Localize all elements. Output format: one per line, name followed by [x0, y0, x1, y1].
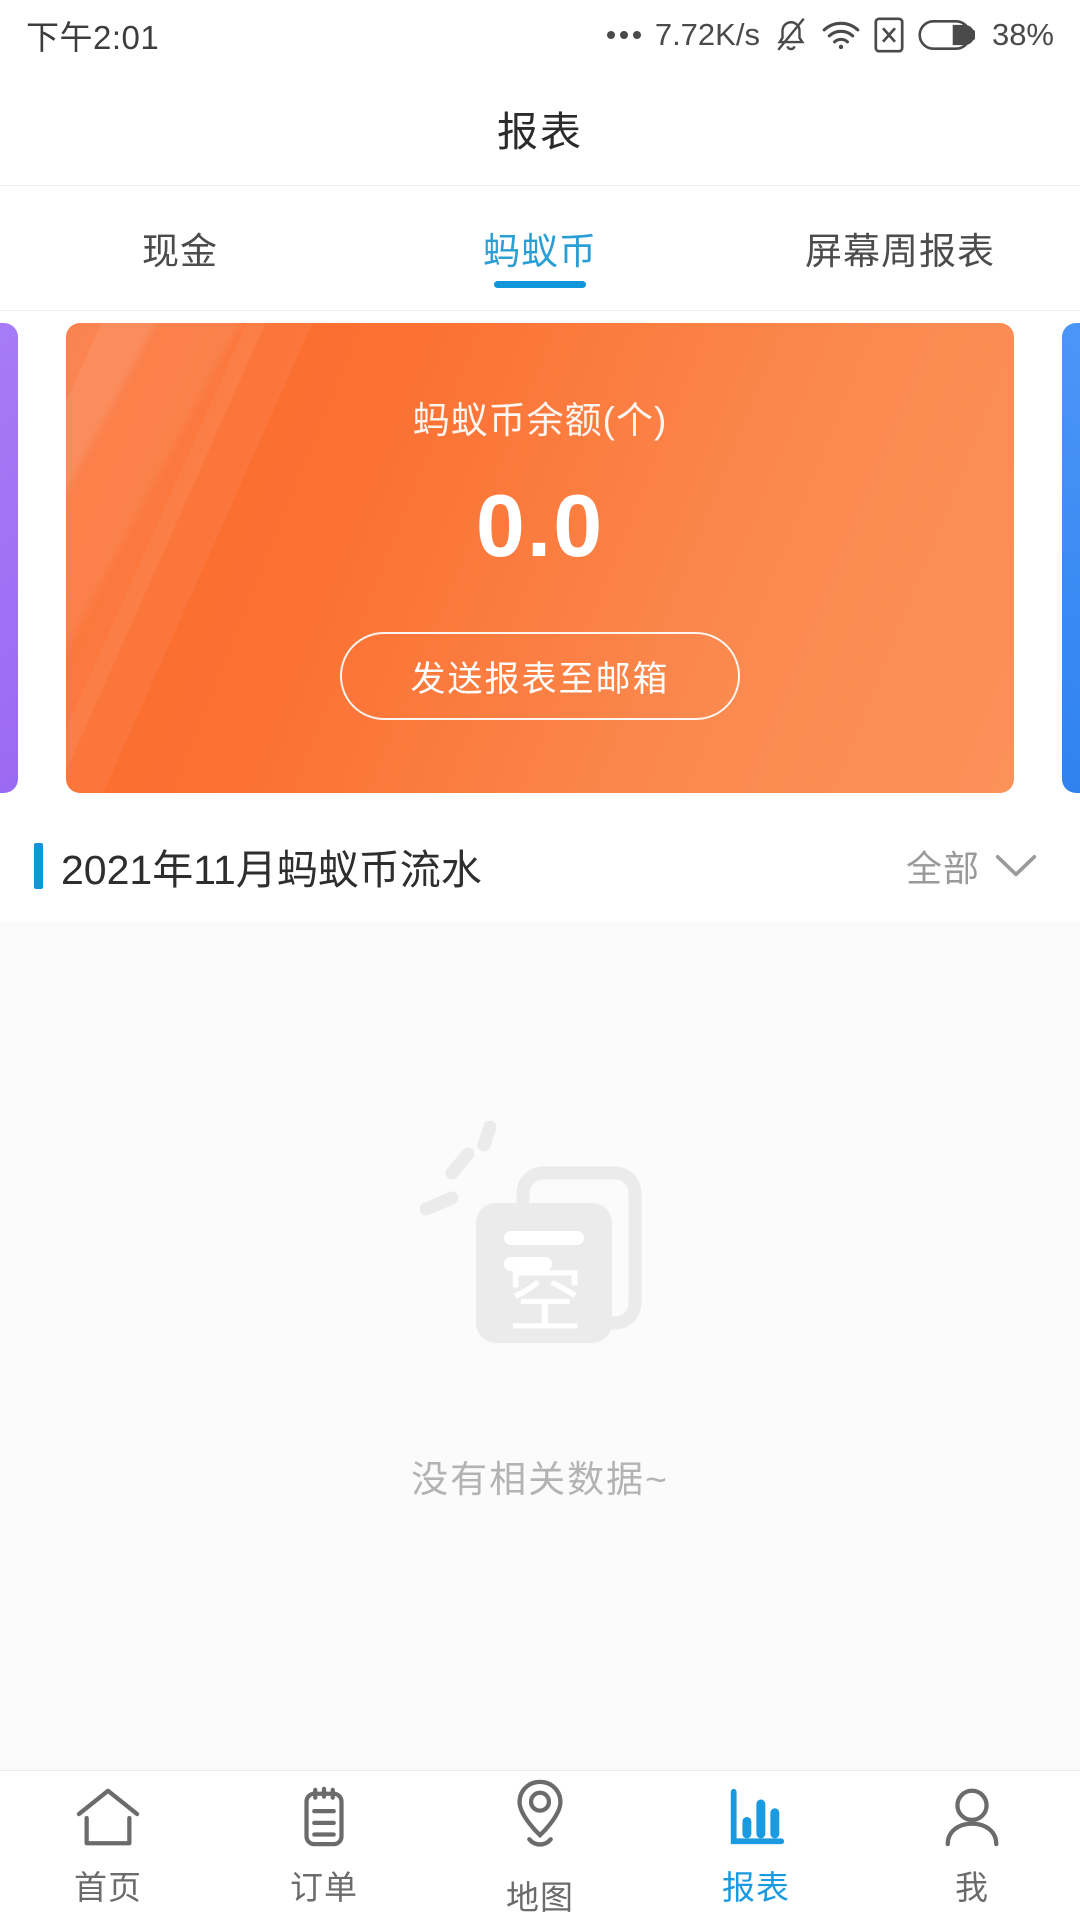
nav-item-reports-label: 报表: [722, 1868, 790, 1906]
home-icon: [73, 1783, 143, 1851]
empty-state-message: 没有相关数据~: [411, 1459, 669, 1500]
transactions-filter-dropdown[interactable]: 全部: [906, 840, 1038, 892]
bottom-navigation-bar: 首页 订单 地图 报表 我: [0, 1770, 1080, 1920]
balance-card-carousel[interactable]: 蚂蚁币余额(个) 0.0 发送报表至邮箱: [0, 311, 1080, 811]
nav-item-orders-label: 订单: [290, 1868, 358, 1906]
transactions-section-header: 2021年11月蚂蚁币流水 全部: [0, 811, 1080, 921]
bell-muted-icon: [774, 16, 808, 54]
tab-bar: 现金 蚂蚁币 屏幕周报表: [0, 186, 1080, 311]
more-dots-icon: [606, 31, 641, 39]
nav-item-profile[interactable]: 我: [864, 1771, 1080, 1920]
battery-percent-text: 38%: [991, 17, 1054, 52]
status-bar-time: 下午2:01: [26, 19, 160, 56]
section-accent-bar: [34, 843, 43, 889]
battery-icon: [918, 20, 976, 50]
status-bar-indicators: 7.72K/s 38%: [606, 16, 1054, 54]
nav-item-map-label: 地图: [506, 1879, 574, 1916]
bar-chart-icon: [721, 1783, 791, 1851]
balance-card-label: 蚂蚁币余额(个): [412, 400, 668, 441]
svg-text:空: 空: [507, 1257, 583, 1342]
title-bar: 报表: [0, 70, 1080, 186]
nav-item-profile-label: 我: [955, 1868, 989, 1906]
nav-item-home-label: 首页: [74, 1868, 142, 1906]
tab-screen-weekly-report[interactable]: 屏幕周报表: [720, 186, 1080, 310]
nav-item-map[interactable]: 地图: [432, 1771, 648, 1920]
tab-cash-label: 现金: [142, 231, 218, 272]
tab-screen-weekly-report-label: 屏幕周报表: [805, 231, 995, 272]
nav-item-orders[interactable]: 订单: [216, 1771, 432, 1920]
sim-card-disabled-icon: [874, 17, 904, 53]
carousel-card-previous[interactable]: [0, 323, 18, 793]
tab-ant-coin[interactable]: 蚂蚁币: [360, 186, 720, 310]
tab-ant-coin-label: 蚂蚁币: [483, 231, 597, 272]
section-title: 2021年11月蚂蚁币流水: [61, 847, 482, 893]
transactions-list-area: 空 没有相关数据~: [0, 921, 1080, 1770]
page-title: 报表: [497, 108, 583, 155]
chevron-down-icon: [994, 853, 1038, 879]
network-speed-text: 7.72K/s: [654, 17, 760, 52]
empty-documents-icon: 空: [390, 1121, 690, 1371]
nav-item-reports[interactable]: 报表: [648, 1771, 864, 1920]
tab-cash[interactable]: 现金: [0, 186, 360, 310]
nav-item-home[interactable]: 首页: [0, 1771, 216, 1920]
send-report-to-email-button[interactable]: 发送报表至邮箱: [340, 632, 740, 720]
balance-card-value: 0.0: [475, 476, 605, 575]
wifi-icon: [822, 20, 860, 50]
app-screen: 下午2:01 7.72K/s 38% 报表 现金 蚂蚁币 屏幕周报表 蚂蚁币余额…: [0, 0, 1080, 1920]
map-pin-icon: [505, 1779, 575, 1847]
status-bar: 下午2:01 7.72K/s 38%: [0, 0, 1080, 70]
clipboard-icon: [289, 1783, 359, 1851]
tab-indicator: [494, 281, 586, 288]
empty-state: 空 没有相关数据~: [390, 1121, 690, 1503]
filter-selected-value: 全部: [905, 848, 980, 889]
ant-coin-balance-card: 蚂蚁币余额(个) 0.0 发送报表至邮箱: [66, 323, 1014, 793]
carousel-card-next[interactable]: [1062, 323, 1080, 793]
person-icon: [937, 1783, 1007, 1851]
